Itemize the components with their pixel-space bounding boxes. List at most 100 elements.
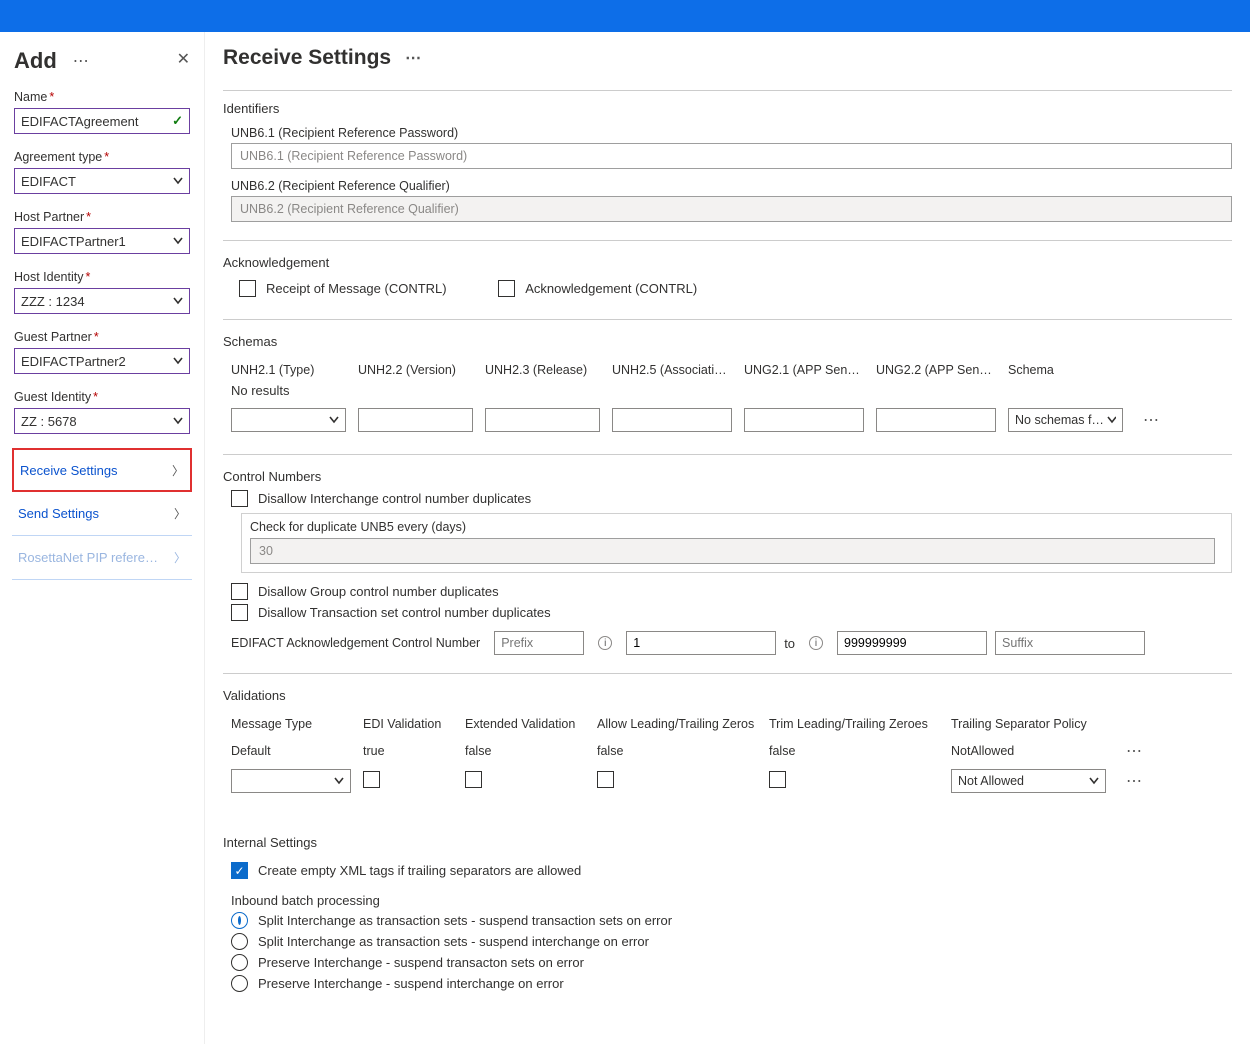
chevron-down-icon bbox=[1089, 776, 1099, 786]
chevron-down-icon bbox=[173, 416, 183, 426]
batch-opt1-radio[interactable] bbox=[231, 912, 248, 929]
batch-opt4-label: Preserve Interchange - suspend interchan… bbox=[258, 976, 564, 991]
disallow-txn-label: Disallow Transaction set control number … bbox=[258, 605, 551, 620]
internal-settings-section: Internal Settings ✓ Create empty XML tag… bbox=[223, 815, 1232, 1014]
name-label: Name* bbox=[14, 90, 190, 104]
validations-input-more-icon[interactable]: ⋯ bbox=[1126, 771, 1144, 791]
ack-from-input[interactable] bbox=[626, 631, 776, 655]
batch-opt3-label: Preserve Interchange - suspend transacto… bbox=[258, 955, 584, 970]
batch-opt1-label: Split Interchange as transaction sets - … bbox=[258, 913, 672, 928]
schemas-section: Schemas UNH2.1 (Type) UNH2.2 (Version) U… bbox=[223, 319, 1232, 454]
validations-header: Message Type EDI Validation Extended Val… bbox=[223, 709, 1232, 737]
edi-validation-checkbox[interactable] bbox=[363, 771, 380, 788]
identifiers-heading: Identifiers bbox=[223, 101, 1232, 116]
chevron-right-icon: 〉 bbox=[174, 549, 186, 566]
page-title: Receive Settings ⋯ bbox=[223, 46, 1232, 70]
chevron-down-icon bbox=[329, 415, 339, 425]
host-identity-select[interactable]: ZZZ : 1234 bbox=[14, 288, 190, 314]
validations-row-more-icon[interactable]: ⋯ bbox=[1126, 741, 1144, 761]
batch-label: Inbound batch processing bbox=[231, 893, 1232, 908]
batch-opt3-radio[interactable] bbox=[231, 954, 248, 971]
nav-rosettanet[interactable]: RosettaNet PIP references 〉 bbox=[12, 536, 192, 580]
ung22-input[interactable] bbox=[876, 408, 996, 432]
add-more-icon[interactable]: ⋯ bbox=[73, 51, 89, 71]
separator-policy-select[interactable]: Not Allowed bbox=[951, 769, 1106, 793]
receipt-checkbox[interactable] bbox=[239, 280, 256, 297]
identifiers-section: Identifiers UNB6.1 (Recipient Reference … bbox=[223, 90, 1232, 240]
chevron-down-icon bbox=[334, 776, 344, 786]
ack-ctrl-label: EDIFACT Acknowledgement Control Number bbox=[231, 636, 480, 650]
add-panel: Add ⋯ ✕ Name* EDIFACTAgreement ✓ Agreeme… bbox=[0, 32, 205, 1044]
close-icon[interactable]: ✕ bbox=[177, 52, 190, 68]
check-dup-label: Check for duplicate UNB5 every (days) bbox=[250, 520, 1223, 534]
validations-section: Validations Message Type EDI Validation … bbox=[223, 673, 1232, 815]
create-empty-label: Create empty XML tags if trailing separa… bbox=[258, 863, 581, 878]
chevron-down-icon bbox=[173, 236, 183, 246]
create-empty-checkbox[interactable]: ✓ bbox=[231, 862, 248, 879]
chevron-down-icon bbox=[1107, 415, 1116, 425]
ack-section: Acknowledgement Receipt of Message (CONT… bbox=[223, 240, 1232, 319]
chevron-down-icon bbox=[173, 356, 183, 366]
receive-settings-panel: Receive Settings ⋯ Identifiers UNB6.1 (R… bbox=[205, 32, 1250, 1044]
disallow-interchange-checkbox[interactable] bbox=[231, 490, 248, 507]
page-more-icon[interactable]: ⋯ bbox=[405, 48, 421, 68]
batch-opt4-radio[interactable] bbox=[231, 975, 248, 992]
host-identity-label: Host Identity* bbox=[14, 270, 190, 284]
disallow-txn-checkbox[interactable] bbox=[231, 604, 248, 621]
topbar bbox=[0, 0, 1250, 32]
unb61-input[interactable] bbox=[231, 143, 1232, 169]
disallow-interchange-label: Disallow Interchange control number dupl… bbox=[258, 491, 531, 506]
agreement-type-label: Agreement type* bbox=[14, 150, 190, 164]
schema-select[interactable]: No schemas found bbox=[1008, 408, 1123, 432]
nav-receive-settings[interactable]: Receive Settings 〉 bbox=[12, 448, 192, 492]
control-numbers-heading: Control Numbers bbox=[223, 469, 1232, 484]
unh25-input[interactable] bbox=[612, 408, 732, 432]
agreement-type-select[interactable]: EDIFACT bbox=[14, 168, 190, 194]
batch-opt2-label: Split Interchange as transaction sets - … bbox=[258, 934, 649, 949]
guest-partner-label: Guest Partner* bbox=[14, 330, 190, 344]
info-icon[interactable]: i bbox=[598, 636, 612, 650]
guest-partner-select[interactable]: EDIFACTPartner2 bbox=[14, 348, 190, 374]
unh23-input[interactable] bbox=[485, 408, 600, 432]
host-partner-select[interactable]: EDIFACTPartner1 bbox=[14, 228, 190, 254]
unh22-input[interactable] bbox=[358, 408, 473, 432]
guest-identity-select[interactable]: ZZ : 5678 bbox=[14, 408, 190, 434]
control-numbers-section: Control Numbers Disallow Interchange con… bbox=[223, 454, 1232, 673]
host-partner-label: Host Partner* bbox=[14, 210, 190, 224]
schemas-header: UNH2.1 (Type) UNH2.2 (Version) UNH2.3 (R… bbox=[223, 355, 1232, 383]
schemas-heading: Schemas bbox=[223, 334, 1232, 349]
msg-type-select[interactable] bbox=[231, 769, 351, 793]
validations-heading: Validations bbox=[223, 688, 1232, 703]
valid-check-icon: ✓ bbox=[172, 113, 183, 129]
receipt-label: Receipt of Message (CONTRL) bbox=[266, 281, 447, 296]
nav-send-settings[interactable]: Send Settings 〉 bbox=[12, 492, 192, 536]
unb61-label: UNB6.1 (Recipient Reference Password) bbox=[231, 126, 1232, 140]
ack-suffix-input[interactable] bbox=[995, 631, 1145, 655]
chevron-right-icon: 〉 bbox=[174, 505, 186, 522]
schemas-input-row: No schemas found ⋯ bbox=[223, 404, 1232, 436]
ung21-input[interactable] bbox=[744, 408, 864, 432]
ack-checkbox[interactable] bbox=[498, 280, 515, 297]
disallow-group-checkbox[interactable] bbox=[231, 583, 248, 600]
trim-zeros-checkbox[interactable] bbox=[769, 771, 786, 788]
ext-validation-checkbox[interactable] bbox=[465, 771, 482, 788]
chevron-down-icon bbox=[173, 176, 183, 186]
validations-row-default: Default true false false false NotAllowe… bbox=[223, 737, 1232, 765]
ack-prefix-input[interactable] bbox=[494, 631, 584, 655]
disallow-group-label: Disallow Group control number duplicates bbox=[258, 584, 499, 599]
chevron-right-icon: 〉 bbox=[172, 462, 184, 479]
ack-heading: Acknowledgement bbox=[223, 255, 1232, 270]
schemas-noresults: No results bbox=[223, 383, 1232, 404]
check-dup-input bbox=[250, 538, 1215, 564]
to-label: to bbox=[784, 636, 795, 651]
schemas-row-more-icon[interactable]: ⋯ bbox=[1143, 410, 1161, 430]
add-title: Add bbox=[14, 48, 57, 74]
unh21-select[interactable] bbox=[231, 408, 346, 432]
batch-opt2-radio[interactable] bbox=[231, 933, 248, 950]
allow-zeros-checkbox[interactable] bbox=[597, 771, 614, 788]
guest-identity-label: Guest Identity* bbox=[14, 390, 190, 404]
ack-to-input[interactable] bbox=[837, 631, 987, 655]
internal-heading: Internal Settings bbox=[223, 835, 1232, 850]
info-icon[interactable]: i bbox=[809, 636, 823, 650]
name-input[interactable]: EDIFACTAgreement ✓ bbox=[14, 108, 190, 134]
